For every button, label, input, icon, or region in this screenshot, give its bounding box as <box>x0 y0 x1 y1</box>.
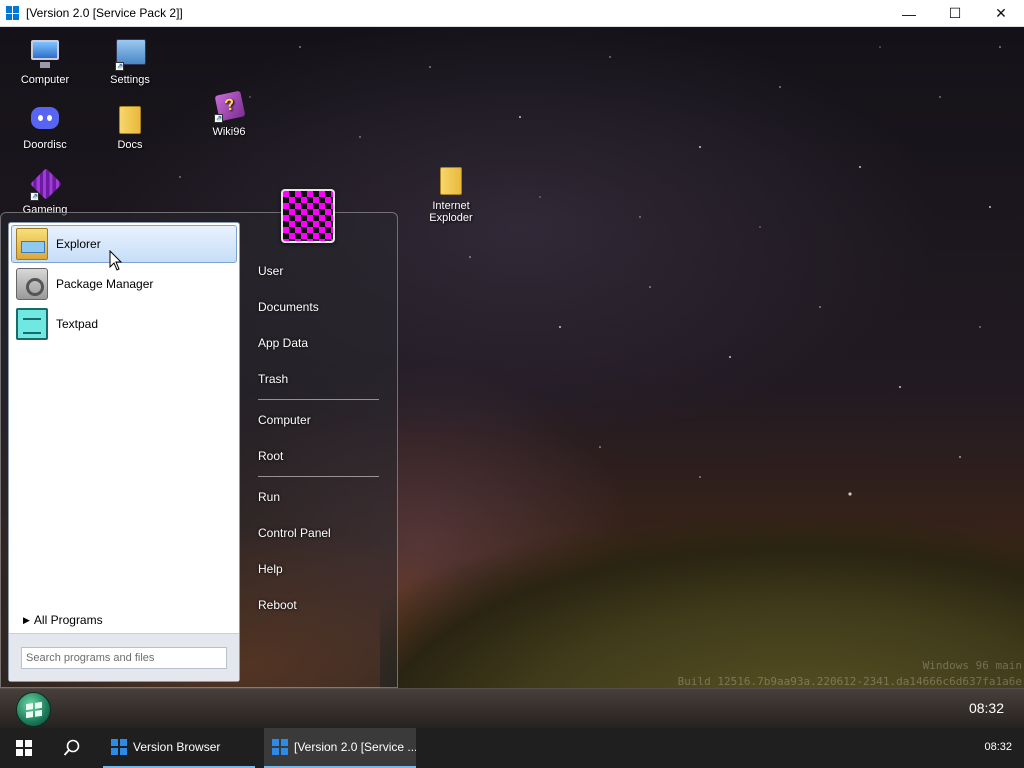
textpad-icon <box>16 308 48 340</box>
all-programs-button[interactable]: ▶ All Programs <box>23 613 103 627</box>
start-app-textpad[interactable]: Textpad <box>11 305 237 343</box>
place-control-panel[interactable]: Control Panel <box>249 515 389 551</box>
windows-logo-icon <box>111 739 127 755</box>
all-programs-label: All Programs <box>33 613 103 627</box>
start-app-package-manager[interactable]: Package Manager <box>11 265 237 303</box>
host-taskbar: Version Browser [Version 2.0 [Service ..… <box>0 728 1024 768</box>
search-input[interactable] <box>21 647 227 669</box>
folder-icon <box>113 102 147 136</box>
start-app-label: Explorer <box>56 237 101 251</box>
desktop-icon-label: Docs <box>117 139 143 151</box>
package-icon <box>16 268 48 300</box>
desktop-icon-wiki96[interactable]: ? ↗ Wiki96 <box>192 89 266 138</box>
place-root[interactable]: Root <box>249 438 389 474</box>
separator <box>258 399 379 400</box>
windows-logo-icon <box>16 740 32 756</box>
computer-icon <box>28 37 62 71</box>
mouse-cursor-icon <box>109 250 123 271</box>
host-start-button[interactable] <box>0 728 48 768</box>
place-computer[interactable]: Computer <box>249 402 389 438</box>
desktop-icon-gameing[interactable]: ↗ Gameing <box>8 167 82 216</box>
host-search-button[interactable] <box>48 728 96 768</box>
folder-icon <box>434 163 468 197</box>
user-avatar[interactable] <box>281 189 335 243</box>
place-user[interactable]: User <box>249 253 389 289</box>
desktop-icon-label: Wiki96 <box>212 126 246 138</box>
desktop-icon-label: Computer <box>20 74 70 86</box>
taskbar-item-version-window[interactable]: [Version 2.0 [Service ... <box>264 728 416 768</box>
window-title-bar: [Version 2.0 [Service Pack 2]] — ☐ ✕ <box>0 0 1024 27</box>
place-run[interactable]: Run <box>249 479 389 515</box>
desktop-icon-internet-exploder[interactable]: Internet Exploder <box>414 163 488 224</box>
host-clock[interactable]: 08:32 <box>984 741 1012 753</box>
cube-icon: ↗ <box>28 167 62 201</box>
maximize-button[interactable]: ☐ <box>932 0 978 27</box>
start-orb-button[interactable] <box>16 692 51 727</box>
place-trash[interactable]: Trash <box>249 361 389 397</box>
taskbar-item-label: Version Browser <box>133 740 221 754</box>
windows-logo-icon <box>25 701 42 718</box>
triangle-right-icon: ▶ <box>23 614 30 625</box>
taskbar-item-version-browser[interactable]: Version Browser <box>103 728 255 768</box>
start-app-explorer[interactable]: Explorer <box>11 225 237 263</box>
start-search-area <box>9 633 239 681</box>
search-icon <box>63 739 80 756</box>
place-app-data[interactable]: App Data <box>249 325 389 361</box>
start-app-label: Package Manager <box>56 277 154 291</box>
taskbar-item-label: [Version 2.0 [Service ... <box>294 740 416 754</box>
desktop-icon-label: Settings <box>110 74 150 86</box>
minimize-button[interactable]: — <box>886 0 932 27</box>
windows-logo-icon <box>6 6 20 20</box>
start-app-label: Textpad <box>56 317 99 331</box>
desktop-icon-label: Doordisc <box>23 139 67 151</box>
guest-clock[interactable]: 08:32 <box>969 700 1004 716</box>
discord-icon <box>28 102 62 136</box>
place-reboot[interactable]: Reboot <box>249 587 389 623</box>
guest-taskbar: 08:32 <box>0 688 1024 728</box>
desktop-icon-doordisc[interactable]: Doordisc <box>8 102 82 151</box>
separator <box>258 476 379 477</box>
start-menu-programs-pane: Explorer Package Manager Textpad ▶ All P… <box>8 222 240 682</box>
desktop-icon-label: Internet Exploder <box>429 200 473 224</box>
book-icon: ? ↗ <box>212 89 246 123</box>
windows-logo-icon <box>272 739 288 755</box>
explorer-icon <box>16 228 48 260</box>
build-watermark-line1: Windows 96 main <box>922 659 1022 672</box>
desktop-icon-settings[interactable]: ↗ Settings <box>93 37 167 86</box>
desktop-icon-computer[interactable]: Computer <box>8 37 82 86</box>
start-menu-places: User Documents App Data Trash Computer R… <box>249 253 389 623</box>
place-documents[interactable]: Documents <box>249 289 389 325</box>
settings-icon: ↗ <box>113 37 147 71</box>
start-menu: Explorer Package Manager Textpad ▶ All P… <box>0 189 398 688</box>
close-button[interactable]: ✕ <box>978 0 1024 27</box>
build-watermark-line2: Build 12516.7b9aa93a.220612-2341.da14666… <box>677 675 1022 688</box>
window-title: [Version 2.0 [Service Pack 2]] <box>26 6 183 20</box>
place-help[interactable]: Help <box>249 551 389 587</box>
desktop-icon-docs[interactable]: Docs <box>93 102 167 151</box>
